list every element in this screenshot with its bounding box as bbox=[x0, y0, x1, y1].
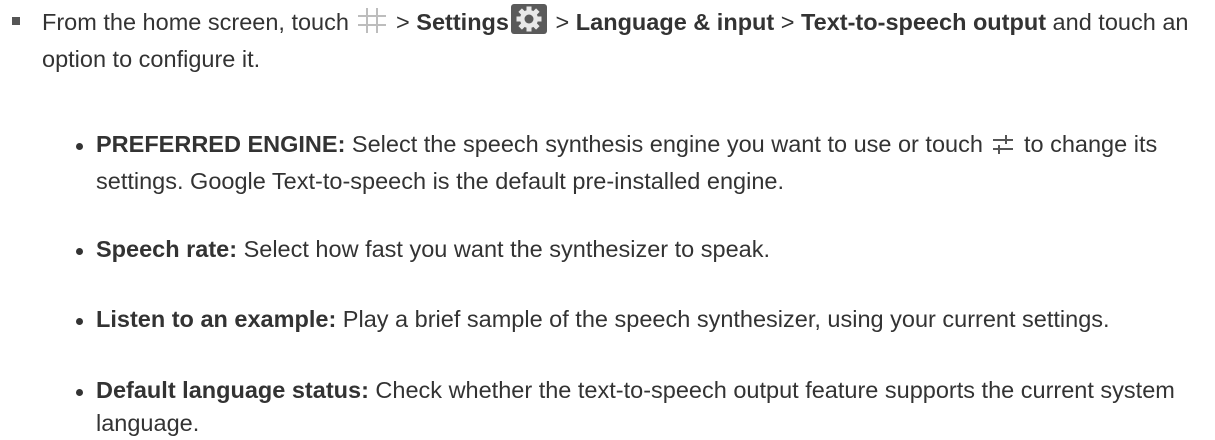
engine-settings-sliders-icon bbox=[991, 132, 1015, 165]
option-description: Select the speech synthesis engine you w… bbox=[345, 131, 990, 157]
option-description: Select how fast you want the synthesizer… bbox=[237, 236, 771, 262]
round-bullet bbox=[76, 389, 83, 396]
option-text: Listen to an example: Play a brief sampl… bbox=[96, 303, 1211, 336]
option-term: Listen to an example: bbox=[96, 306, 337, 332]
step-intro-text: From the home screen, touch bbox=[42, 9, 356, 35]
separator-gt: > bbox=[549, 9, 576, 35]
option-text: Default language status: Check whether t… bbox=[96, 374, 1211, 440]
option-term: Default language status: bbox=[96, 377, 369, 403]
main-step-text: From the home screen, touch > Settings >… bbox=[42, 4, 1212, 76]
square-bullet bbox=[12, 17, 20, 25]
separator-gt: > bbox=[774, 9, 802, 35]
separator-gt: > bbox=[389, 9, 417, 35]
settings-term: Settings bbox=[416, 9, 509, 35]
option-text: Speech rate: Select how fast you want th… bbox=[96, 233, 1211, 266]
language-input-term: Language & input bbox=[575, 9, 775, 35]
apps-grid-icon bbox=[357, 7, 387, 43]
round-bullet bbox=[76, 248, 83, 255]
round-bullet bbox=[76, 143, 83, 150]
option-text: PREFERRED ENGINE: Select the speech synt… bbox=[96, 128, 1211, 198]
tts-output-term: Text-to-speech output bbox=[801, 9, 1047, 35]
settings-gear-icon bbox=[511, 4, 547, 43]
round-bullet bbox=[76, 318, 83, 325]
option-description: Play a brief sample of the speech synthe… bbox=[336, 306, 1110, 332]
option-term: PREFERRED ENGINE: bbox=[96, 131, 346, 157]
option-term: Speech rate: bbox=[96, 236, 238, 262]
